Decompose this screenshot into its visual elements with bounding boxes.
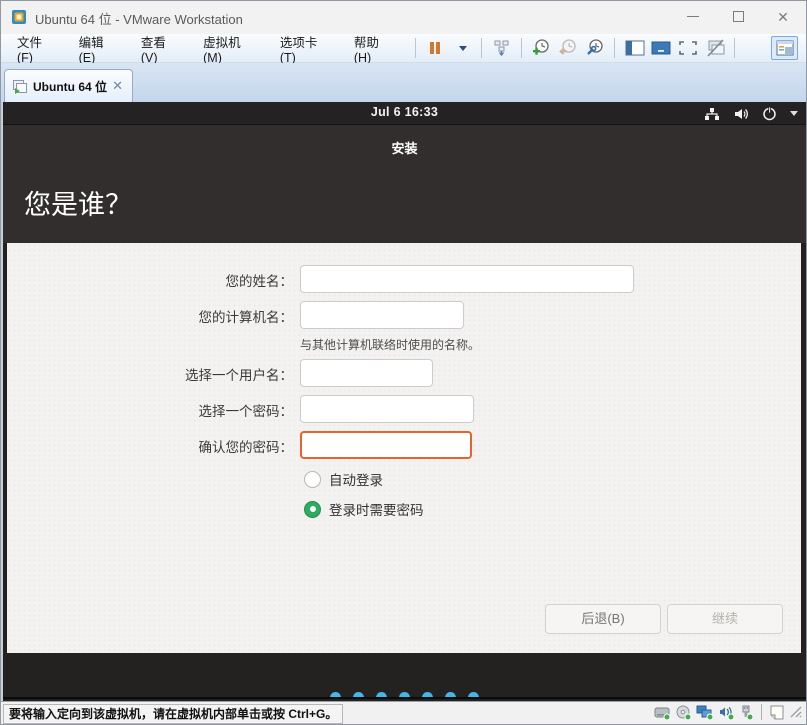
confirm-password-input[interactable]	[300, 431, 472, 459]
network-adapter-icon[interactable]	[696, 705, 714, 720]
library-panel-icon	[625, 40, 645, 56]
progress-dot	[353, 692, 364, 699]
auto-login-option[interactable]: 自动登录	[304, 469, 383, 489]
ubuntu-top-panel: Jul 6 16:33	[3, 102, 806, 125]
chevron-down-icon	[459, 46, 467, 51]
username-label: 选择一个用户名：	[7, 364, 293, 384]
manage-snapshots-button[interactable]	[582, 36, 609, 60]
installer-header: 安装 您是谁？	[3, 125, 806, 243]
tab-label: Ubuntu 64 位	[33, 78, 110, 95]
toolbar-separator	[481, 38, 482, 58]
computer-name-input[interactable]	[300, 301, 464, 329]
network-icon[interactable]	[704, 107, 720, 121]
progress-dot	[422, 692, 433, 699]
message-log-icon[interactable]	[769, 705, 785, 720]
snapshot-revert-icon	[558, 38, 578, 58]
pause-icon	[428, 40, 442, 56]
progress-dot	[330, 692, 341, 699]
require-password-label: 登录时需要密码	[329, 499, 424, 519]
toolbar-separator	[734, 38, 735, 58]
cd-rom-icon[interactable]	[675, 705, 692, 720]
hard-disk-icon[interactable]	[654, 705, 671, 720]
name-label: 您的姓名：	[7, 270, 293, 290]
auto-login-label: 自动登录	[329, 469, 383, 489]
vmware-app-icon	[11, 9, 27, 25]
console-view-icon	[651, 41, 671, 55]
progress-dot	[376, 692, 387, 699]
password-label: 选择一个密码：	[7, 400, 293, 420]
send-ctrl-alt-del-icon	[493, 39, 511, 57]
fullscreen-button[interactable]	[675, 36, 702, 60]
status-separator	[761, 704, 762, 720]
console-view-button[interactable]	[648, 36, 675, 60]
resize-grip-icon[interactable]	[789, 705, 803, 719]
toolbar-separator	[521, 38, 522, 58]
pause-vm-button[interactable]	[422, 36, 449, 60]
close-button[interactable]: ✕	[767, 6, 799, 28]
computer-name-label: 您的计算机名：	[7, 306, 293, 326]
installer-footer	[3, 653, 806, 699]
progress-dot	[445, 692, 456, 699]
radio-unselected-icon[interactable]	[304, 471, 321, 488]
pause-dropdown-button[interactable]	[449, 36, 476, 60]
usb-icon[interactable]	[739, 705, 754, 720]
continue-button[interactable]: 继续	[667, 604, 783, 634]
thumbnail-bar-icon	[776, 40, 794, 56]
snapshot-add-icon	[531, 38, 551, 58]
radio-selected-icon[interactable]	[304, 501, 321, 518]
tab-ubuntu-64[interactable]: Ubuntu 64 位 ✕	[4, 69, 133, 102]
fullscreen-icon	[678, 40, 698, 56]
installer-window-title: 安装	[3, 138, 806, 157]
unity-mode-button[interactable]	[702, 36, 729, 60]
page-title: 您是谁？	[24, 183, 132, 222]
vmware-window: Ubuntu 64 位 - VMware Workstation ✕ 文件(F)…	[0, 0, 807, 725]
power-icon[interactable]	[762, 106, 777, 121]
password-input[interactable]	[300, 395, 474, 423]
send-ctrl-alt-del-button[interactable]	[488, 36, 515, 60]
computer-name-hint: 与其他计算机联络时使用的名称。	[300, 336, 480, 353]
installer-form: 您的姓名： 您的计算机名： 与其他计算机联络时使用的名称。 选择一个用户名： 选…	[7, 243, 801, 653]
thumbnail-bar-toggle-button[interactable]	[771, 36, 798, 60]
snapshot-manage-icon	[585, 38, 605, 58]
window-title: Ubuntu 64 位 - VMware Workstation	[35, 9, 243, 28]
status-message: 要将输入定向到该虚拟机，请在虚拟机内部单击或按 Ctrl+G。	[3, 704, 343, 724]
vm-tab-icon	[12, 79, 28, 94]
take-snapshot-button[interactable]	[528, 36, 555, 60]
maximize-button[interactable]	[722, 6, 754, 28]
statusbar: 要将输入定向到该虚拟机，请在虚拟机内部单击或按 Ctrl+G。	[1, 701, 806, 725]
vm-screen[interactable]: Jul 6 16:33 安装	[1, 102, 806, 701]
menubar: 文件(F) 编辑(E) 查看(V) 虚拟机(M) 选项卡(T) 帮助(H)	[1, 34, 806, 63]
toolbar-separator	[415, 38, 416, 58]
tabbar: Ubuntu 64 位 ✕	[1, 63, 806, 102]
back-button[interactable]: 后退(B)	[545, 604, 661, 634]
tab-close-icon[interactable]: ✕	[110, 78, 125, 94]
show-library-button[interactable]	[621, 36, 648, 60]
panel-clock[interactable]: Jul 6 16:33	[3, 105, 806, 119]
progress-dot	[468, 692, 479, 699]
revert-snapshot-button[interactable]	[555, 36, 582, 60]
sound-icon[interactable]	[718, 705, 735, 720]
username-input[interactable]	[300, 359, 433, 387]
panel-menu-caret-icon[interactable]	[790, 111, 798, 116]
require-password-option[interactable]: 登录时需要密码	[304, 499, 424, 519]
minimize-button[interactable]	[677, 6, 709, 28]
unity-mode-icon	[705, 39, 725, 57]
toolbar-separator	[614, 38, 615, 58]
confirm-password-label: 确认您的密码：	[7, 436, 293, 456]
name-input[interactable]	[300, 265, 634, 293]
progress-dots	[3, 692, 806, 699]
progress-dot	[399, 692, 410, 699]
volume-icon[interactable]	[733, 107, 749, 121]
